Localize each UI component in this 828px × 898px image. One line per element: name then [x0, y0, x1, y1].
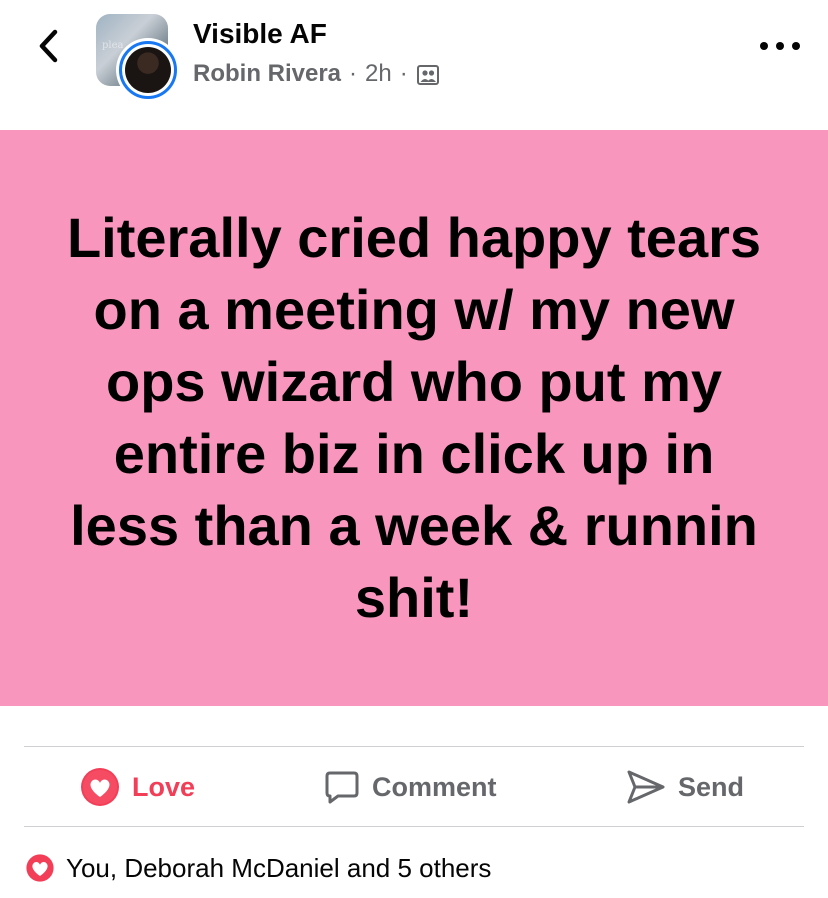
post-text-card[interactable]: Literally cried happy tears on a meeting…	[0, 130, 828, 706]
chevron-left-icon	[39, 29, 58, 63]
group-avatar[interactable]: plea	[96, 14, 180, 102]
post-header: plea Visible AF Robin Rivera · 2h ·	[0, 0, 828, 130]
group-name[interactable]: Visible AF	[193, 18, 327, 50]
send-label: Send	[678, 771, 745, 802]
more-dots-icon	[760, 42, 768, 50]
post-text: Literally cried happy tears on a meeting…	[66, 206, 762, 629]
reactions-text: You, Deborah McDaniel and 5 others	[66, 852, 492, 883]
love-button[interactable]: Love	[80, 747, 195, 827]
love-reaction-icon	[80, 767, 120, 807]
author-name[interactable]: Robin Rivera	[193, 60, 341, 88]
send-button[interactable]: Send	[626, 747, 744, 827]
meta-separator: ·	[399, 60, 408, 87]
action-bar: Love Comment Send	[24, 747, 804, 827]
post-time[interactable]: 2h	[365, 60, 392, 88]
love-label: Love	[132, 771, 196, 802]
group-photo-text: plea	[102, 40, 124, 51]
love-reaction-icon	[24, 852, 56, 884]
send-icon	[626, 768, 666, 806]
post-meta: Robin Rivera · 2h ·	[193, 60, 440, 88]
comment-button[interactable]: Comment	[324, 747, 497, 827]
meta-separator: ·	[349, 60, 358, 87]
reactions-summary[interactable]: You, Deborah McDaniel and 5 others	[24, 848, 491, 888]
more-options-button[interactable]	[760, 36, 800, 56]
more-dots-icon	[792, 42, 800, 50]
divider	[24, 826, 804, 827]
group-members-icon	[416, 65, 439, 85]
comment-icon	[324, 769, 360, 805]
comment-label: Comment	[372, 771, 497, 802]
back-button[interactable]	[28, 24, 68, 68]
author-avatar[interactable]	[116, 38, 180, 102]
more-dots-icon	[776, 42, 784, 50]
